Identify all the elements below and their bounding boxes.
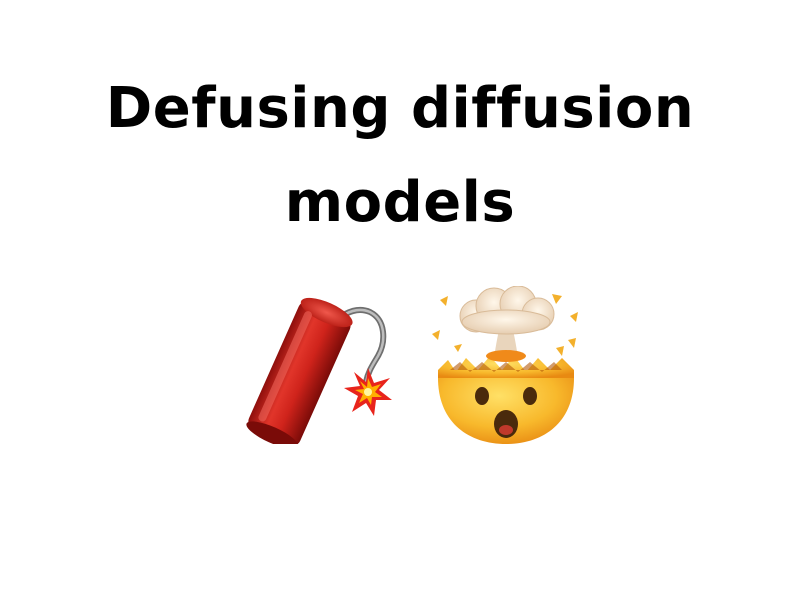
dynamite-icon xyxy=(246,297,392,444)
slide-title: Defusing diffusion models xyxy=(0,62,800,250)
slide: Defusing diffusion models xyxy=(0,0,800,600)
title-line-2: models xyxy=(284,170,516,235)
title-line-1: Defusing diffusion xyxy=(105,76,695,141)
exploding-head-icon xyxy=(432,286,578,444)
